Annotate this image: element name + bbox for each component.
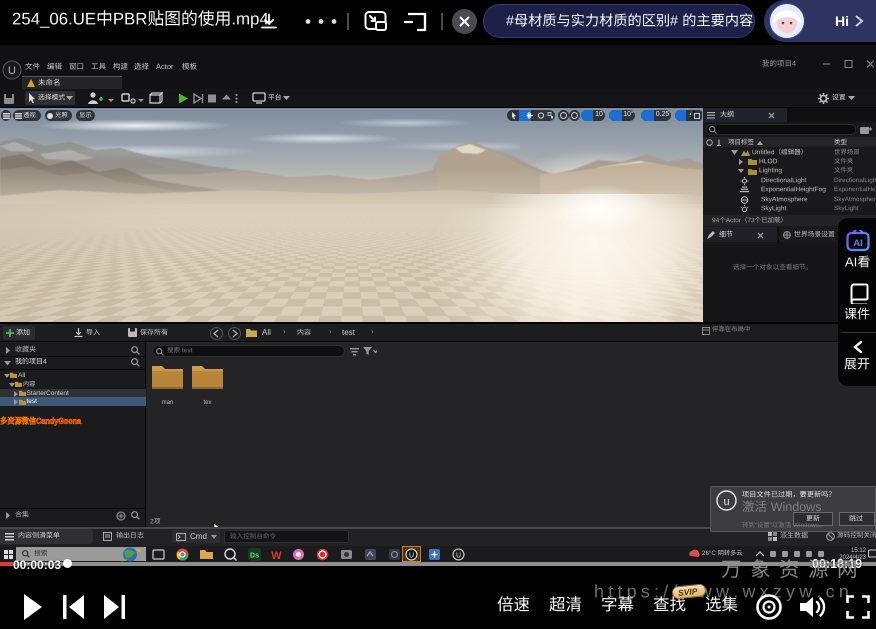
- svg-text:AI: AI: [853, 238, 863, 249]
- svg-text:W: W: [271, 550, 282, 561]
- svg-text:U: U: [456, 553, 461, 560]
- svg-text:U: U: [409, 553, 414, 560]
- svg-text:Ds: Ds: [250, 553, 259, 560]
- svg-text:U: U: [8, 65, 16, 77]
- svg-text:u: u: [723, 496, 729, 508]
